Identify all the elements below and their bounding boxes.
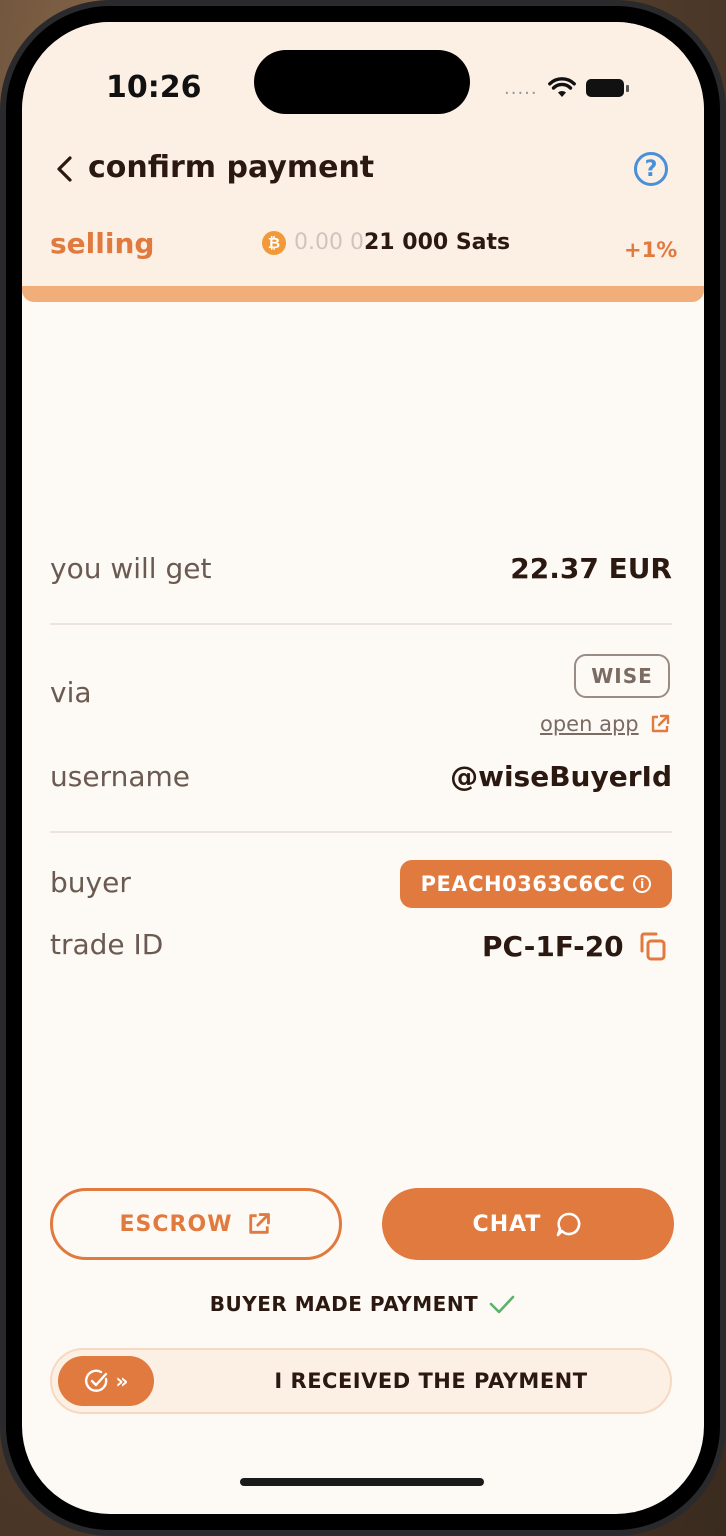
sats-amount-leading: 0.00 0 [294,230,364,255]
bitcoin-icon: ₿ [262,230,286,255]
external-link-icon [249,1213,271,1234]
header-accent-bar [22,286,704,302]
username-label: username [50,760,190,793]
chat-button[interactable]: CHAT [382,1188,674,1260]
checkmark-icon [489,1295,515,1314]
sats-amount: ₿ 0.00 0 21 000 Sats [262,230,510,255]
chat-label: CHAT [472,1211,542,1237]
sats-amount-value: 21 000 Sats [363,230,511,255]
confirm-payment-slider[interactable]: » I RECEIVED THE PAYMENT [50,1348,672,1414]
trade-id: PC-1F-20 [482,930,668,963]
wifi-icon [547,77,576,97]
escrow-button[interactable]: ESCROW [50,1188,342,1260]
help-icon[interactable]: ? [634,152,668,186]
dynamic-island [254,50,470,114]
info-icon: i [633,875,652,893]
status-time: 10:26 [106,70,202,105]
open-app-label: open app [540,712,639,736]
buyer-id: PEACH0363C6CC [420,872,626,896]
home-indicator [240,1478,484,1486]
app-screen: 10:26 ..... confirm payment ? selling ₿ … [22,22,704,1514]
chat-bubble-icon [557,1212,581,1237]
status-icons: ..... [504,74,629,102]
get-label: you will get [50,552,212,585]
slider-label: I RECEIVED THE PAYMENT [274,1369,588,1393]
get-value: 22.37 EUR [510,552,672,585]
external-link-icon [651,714,669,733]
signal-icon: ..... [504,77,538,99]
buyer-label: buyer [50,866,131,899]
trade-mode-label: selling [50,227,155,260]
slider-knob[interactable]: » [58,1356,154,1406]
trade-id-value: PC-1F-20 [482,930,624,963]
divider [50,623,672,625]
username-value: @wiseBuyerId [450,760,672,793]
payment-status: BUYER MADE PAYMENT [22,1292,704,1316]
payment-status-text: BUYER MADE PAYMENT [209,1292,479,1316]
check-circle-icon [84,1369,107,1392]
payment-method-badge: WISE [574,654,670,698]
trade-id-label: trade ID [50,928,164,961]
divider [50,831,672,833]
copy-icon[interactable] [638,931,668,963]
battery-icon [585,79,629,97]
premium-badge: +1% [624,238,678,262]
escrow-label: ESCROW [119,1211,233,1237]
buyer-id-badge[interactable]: PEACH0363C6CC i [400,860,672,908]
back-chevron-icon[interactable] [50,150,80,188]
double-chevron-icon: » [115,1369,129,1393]
page-title: confirm payment [88,150,375,185]
via-label: via [50,676,92,709]
open-app-link[interactable]: open app [540,712,671,736]
